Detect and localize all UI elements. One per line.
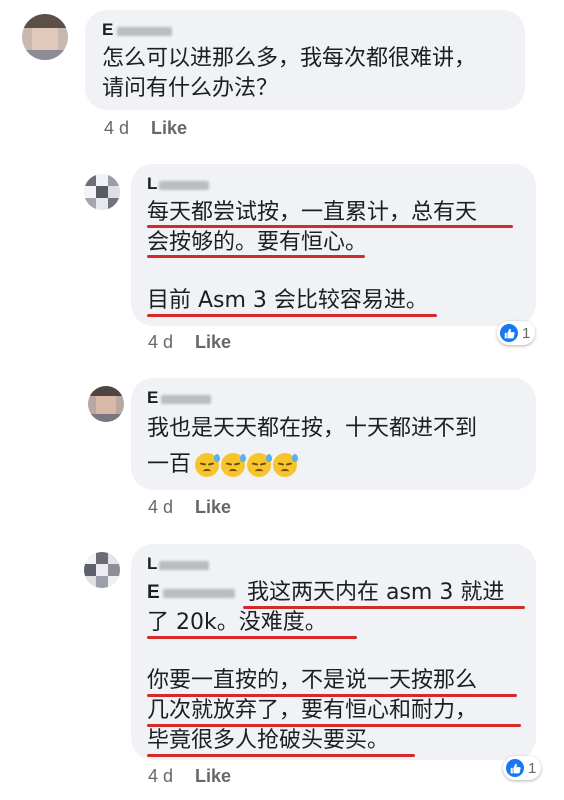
comment-time[interactable]: 4 d: [148, 332, 173, 352]
comment-meta: 4 d Like: [148, 497, 231, 518]
comment-text-line: 了 20k。没难度。: [147, 610, 327, 635]
like-button[interactable]: Like: [195, 497, 231, 517]
commenter-avatar[interactable]: [84, 174, 120, 210]
commenter-name[interactable]: L: [147, 554, 157, 574]
blurred-name: [117, 27, 172, 36]
downcast-sweat-face-icon: [195, 453, 221, 477]
comment-bubble: E 怎么可以进那么多，我每次都很难讲， 请问有什么办法？: [85, 10, 525, 110]
blurred-name: [161, 395, 211, 404]
red-underline: [147, 314, 437, 317]
comment-time[interactable]: 4 d: [148, 766, 173, 786]
comment-text-line: 一百: [147, 450, 299, 480]
comment-bubble: L E 我这两天内在 asm 3 就进 了 20k。没难度。 你要一直按的，不是…: [131, 544, 536, 760]
commenter-avatar[interactable]: [22, 14, 68, 60]
like-button[interactable]: Like: [195, 766, 231, 786]
red-underline: [147, 754, 415, 757]
blurred-name: [159, 181, 209, 190]
comment-text-line: 你要一直按的，不是说一天按那么: [147, 668, 478, 693]
like-reaction-icon: [500, 324, 518, 342]
like-button[interactable]: Like: [151, 118, 187, 138]
downcast-sweat-face-icon: [247, 453, 273, 477]
comment-text-line: 我这两天内在 asm 3 就进: [247, 580, 505, 605]
commenter-name[interactable]: E: [102, 20, 113, 40]
comment-text-line: 几次就放弃了，要有恒心和耐力，: [147, 698, 478, 723]
comment-meta: 4 d Like: [148, 332, 231, 353]
comment-text-line: 每天都尝试按，一直累计，总有天: [147, 200, 478, 225]
like-reaction-icon: [506, 759, 524, 777]
red-underline: [147, 255, 365, 258]
comment-bubble: E 我也是天天都在按，十天都进不到 一百: [131, 378, 536, 490]
comment-text-line: 请问有什么办法？: [102, 76, 279, 101]
blurred-name: [159, 561, 209, 570]
downcast-sweat-face-icon: [273, 453, 299, 477]
comment-text-line: 怎么可以进那么多，我每次都很难讲，: [102, 46, 477, 71]
reaction-badge[interactable]: 1: [503, 756, 542, 780]
reaction-count: 1: [522, 324, 531, 342]
like-button[interactable]: Like: [195, 332, 231, 352]
comment-time[interactable]: 4 d: [104, 118, 129, 138]
comment-time[interactable]: 4 d: [148, 497, 173, 517]
red-underline: [147, 636, 357, 639]
comment-text-line: 毕竟很多人抢破头要买。: [147, 728, 390, 753]
comment-text-line: 会按够的。要有恒心。: [147, 230, 368, 255]
downcast-sweat-face-icon: [221, 453, 247, 477]
comment-text: 一百: [147, 452, 192, 477]
reaction-badge[interactable]: 1: [497, 321, 536, 345]
commenter-avatar[interactable]: [88, 386, 124, 422]
commenter-avatar[interactable]: [84, 552, 120, 588]
commenter-name[interactable]: L: [147, 174, 157, 194]
reaction-count: 1: [528, 759, 537, 777]
comment-text-line: 我也是天天都在按，十天都进不到: [147, 416, 478, 441]
mentioned-user[interactable]: E: [147, 582, 160, 604]
comment-meta: 4 d Like: [148, 766, 231, 787]
comment-meta: 4 d Like: [104, 118, 187, 139]
emoji-group: [195, 452, 299, 477]
comment-text-line: 目前 Asm 3 会比较容易进。: [147, 288, 428, 313]
blurred-mention: [163, 589, 235, 598]
comment-bubble: L 每天都尝试按，一直累计，总有天 会按够的。要有恒心。 目前 Asm 3 会比…: [131, 164, 536, 326]
commenter-name[interactable]: E: [147, 388, 158, 408]
